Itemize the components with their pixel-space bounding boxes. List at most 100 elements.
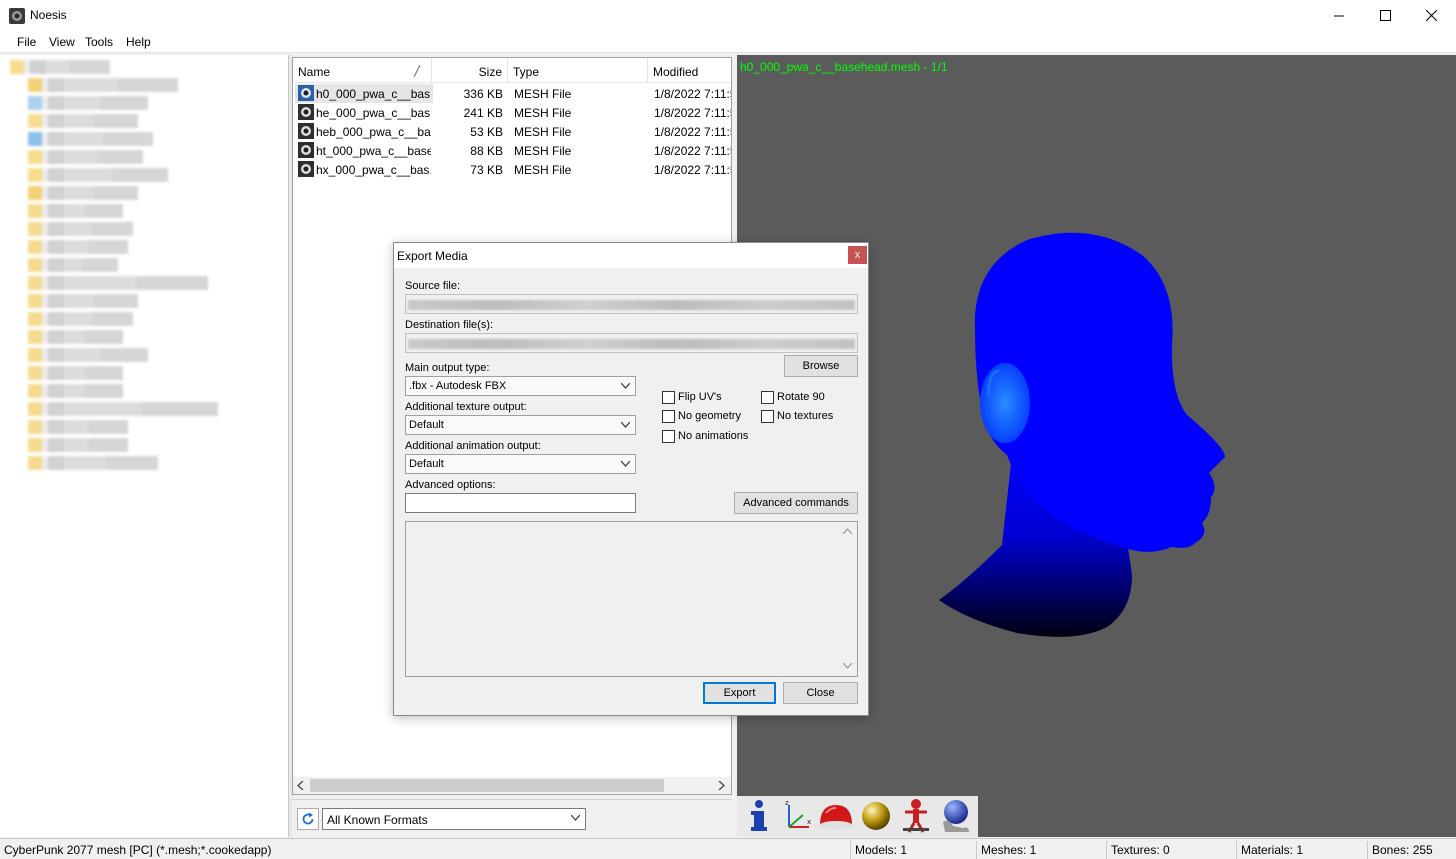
folder-tree[interactable]: [0, 55, 289, 837]
checkbox-box[interactable]: [662, 430, 675, 443]
minimize-button[interactable]: [1316, 0, 1362, 31]
tree-item-pixelated[interactable]: [28, 384, 123, 398]
checkbox-box[interactable]: [761, 391, 774, 404]
main-output-select[interactable]: .fbx - Autodesk FBX: [405, 376, 636, 396]
tree-item-pixelated[interactable]: [28, 366, 123, 380]
tree-item-pixelated[interactable]: [28, 132, 153, 146]
title-bar: Noesis: [0, 0, 1456, 31]
file-modified: 1/8/2022 7:11:5: [654, 144, 731, 158]
tree-item-pixelated[interactable]: [28, 114, 138, 128]
tree-item-pixelated[interactable]: [28, 204, 123, 218]
tree-item-pixelated[interactable]: [28, 294, 138, 308]
checkbox-box[interactable]: [662, 410, 675, 423]
tree-item-pixelated[interactable]: [28, 186, 138, 200]
file-size: 336 KB: [463, 87, 503, 101]
viewport-toolbar: zx: [737, 796, 978, 837]
menu-file[interactable]: File: [17, 35, 36, 49]
mesh-file-icon: [298, 123, 314, 139]
sphere-button[interactable]: [857, 797, 895, 835]
refresh-button[interactable]: [297, 808, 319, 830]
tree-item-pixelated[interactable]: [28, 240, 128, 254]
export-media-dialog: Export Media x Source file: Destination …: [393, 242, 869, 716]
column-header-name[interactable]: Name: [293, 58, 432, 83]
no-geometry-label: No geometry: [678, 410, 741, 422]
status-materials: Materials: 1: [1236, 841, 1367, 859]
export-button[interactable]: Export: [703, 682, 776, 704]
export-log-area[interactable]: [405, 521, 858, 677]
menu-help[interactable]: Help: [126, 35, 151, 49]
advanced-options-input[interactable]: [405, 493, 636, 513]
window-title: Noesis: [30, 8, 67, 22]
file-row[interactable]: ht_000_pwa_c__base... 88 KB MESH File 1/…: [293, 141, 731, 160]
tree-item-pixelated[interactable]: [28, 96, 148, 110]
dialog-close-action-button[interactable]: Close: [783, 682, 858, 704]
column-header-size[interactable]: Size: [432, 58, 508, 83]
tree-item-pixelated[interactable]: [28, 330, 123, 344]
scroll-right-icon[interactable]: [718, 781, 726, 790]
file-name: ht_000_pwa_c__base...: [316, 144, 431, 158]
menu-view[interactable]: View: [49, 35, 75, 49]
file-size: 53 KB: [470, 125, 503, 139]
maximize-button[interactable]: [1362, 0, 1408, 31]
tree-item-pixelated[interactable]: [28, 402, 218, 416]
file-row[interactable]: h0_000_pwa_c__bas... 336 KB MESH File 1/…: [293, 84, 731, 103]
scroll-up-icon[interactable]: [843, 528, 852, 534]
rotate-90-label: Rotate 90: [777, 391, 825, 403]
file-row[interactable]: heb_000_pwa_c__ba... 53 KB MESH File 1/8…: [293, 122, 731, 141]
file-row[interactable]: hx_000_pwa_c__bas... 73 KB MESH File 1/8…: [293, 160, 731, 179]
info-button[interactable]: [739, 797, 777, 835]
advanced-commands-button[interactable]: Advanced commands: [734, 492, 858, 514]
tree-item-pixelated[interactable]: [28, 78, 178, 92]
axes-button[interactable]: zx: [778, 797, 816, 835]
dome-button[interactable]: [817, 797, 855, 835]
file-name: heb_000_pwa_c__ba...: [316, 125, 431, 139]
info-icon: [751, 800, 767, 831]
dialog-close-button[interactable]: x: [848, 246, 867, 264]
scroll-down-icon[interactable]: [843, 663, 852, 669]
skeleton-icon: [903, 799, 929, 833]
horizontal-scrollbar[interactable]: [293, 777, 731, 794]
tree-item-pixelated[interactable]: [28, 456, 158, 470]
file-name: he_000_pwa_c__bas...: [316, 106, 431, 120]
scroll-left-icon[interactable]: [297, 781, 305, 790]
tree-item-pixelated[interactable]: [10, 60, 110, 74]
tree-item-pixelated[interactable]: [28, 258, 118, 272]
column-header-type[interactable]: Type: [508, 58, 648, 83]
globe-hand-button[interactable]: [937, 797, 975, 835]
scrollbar-thumb[interactable]: [310, 779, 664, 792]
file-row[interactable]: he_000_pwa_c__bas... 241 KB MESH File 1/…: [293, 103, 731, 122]
close-window-button[interactable]: [1408, 0, 1454, 31]
destination-file-field[interactable]: [405, 333, 858, 353]
skeleton-button[interactable]: [897, 797, 935, 835]
refresh-icon: [302, 812, 314, 825]
tree-item-pixelated[interactable]: [28, 438, 128, 452]
animation-output-select[interactable]: Default: [405, 454, 636, 474]
checkbox-box[interactable]: [761, 410, 774, 423]
file-name: h0_000_pwa_c__bas...: [316, 87, 431, 101]
browse-button[interactable]: Browse: [784, 355, 858, 377]
sort-indicator-icon: [413, 65, 421, 77]
menu-tools[interactable]: Tools: [85, 35, 113, 49]
animation-output-label: Additional animation output:: [405, 440, 541, 452]
format-filter-select[interactable]: All Known Formats: [322, 808, 586, 830]
tree-item-pixelated[interactable]: [28, 420, 128, 434]
chevron-down-icon: [571, 815, 580, 821]
tree-item-pixelated[interactable]: [28, 168, 168, 182]
file-type: MESH File: [514, 144, 572, 158]
texture-output-select[interactable]: Default: [405, 415, 636, 435]
advanced-options-label: Advanced options:: [405, 479, 496, 491]
source-file-label: Source file:: [405, 280, 461, 292]
tree-item-pixelated[interactable]: [28, 276, 208, 290]
tree-item-pixelated[interactable]: [28, 312, 133, 326]
tree-item-pixelated[interactable]: [28, 222, 133, 236]
close-icon: [1425, 10, 1437, 21]
flip-uvs-label: Flip UV's: [678, 391, 722, 403]
status-bones: Bones: 255: [1367, 841, 1456, 859]
sphere-icon: [862, 802, 890, 830]
file-modified: 1/8/2022 7:11:5: [654, 106, 731, 120]
tree-item-pixelated[interactable]: [28, 150, 143, 164]
checkbox-box[interactable]: [662, 391, 675, 404]
tree-item-pixelated[interactable]: [28, 348, 148, 362]
column-header-modified[interactable]: Modified: [648, 58, 731, 83]
mesh-file-icon: [298, 85, 314, 101]
